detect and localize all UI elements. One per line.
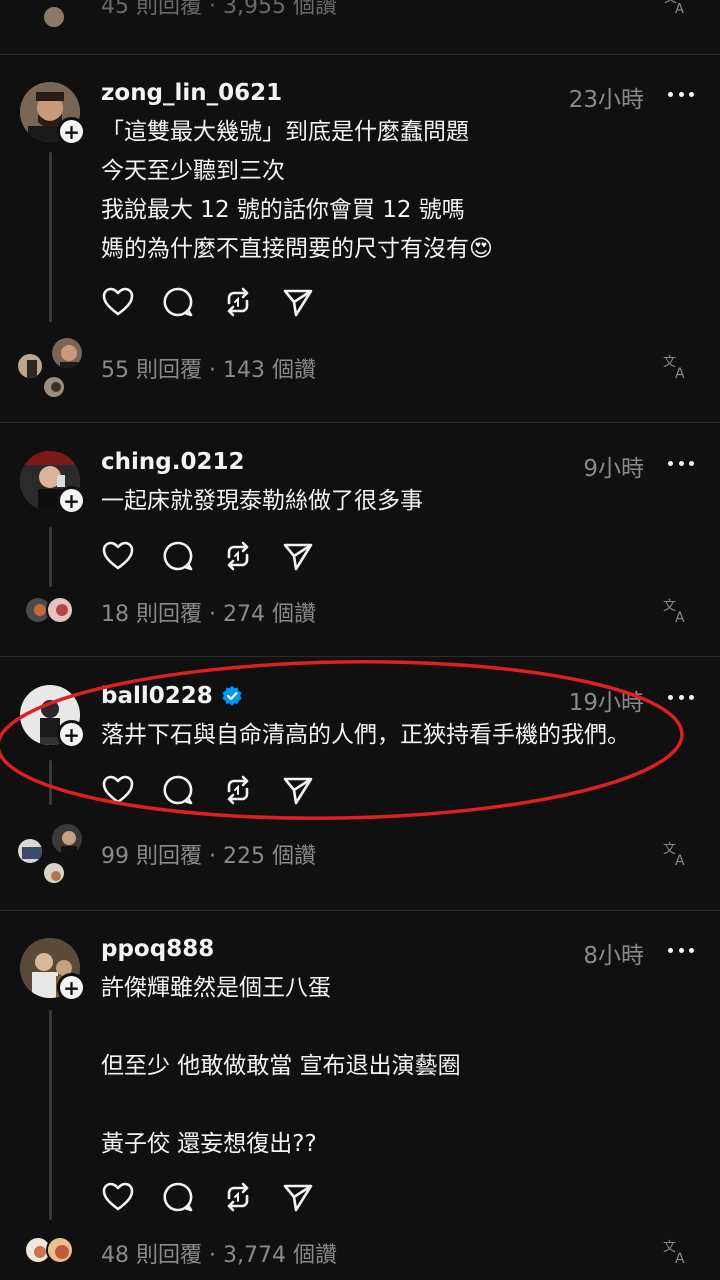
username[interactable]: ching.0212 bbox=[101, 449, 244, 475]
post-time: 19小時 bbox=[568, 690, 644, 716]
divider bbox=[0, 54, 720, 55]
post-stats[interactable]: 55 則回覆 · 143 個讚 bbox=[101, 352, 316, 384]
threads-feed: 45 則回覆 · 3,955 個讚 文A + zong_lin_0621 23小… bbox=[0, 0, 720, 1280]
reply-avatar bbox=[42, 375, 66, 399]
post-text-line: 許傑輝雖然是個王八蛋 bbox=[101, 975, 331, 1001]
reply-avatar bbox=[46, 1236, 74, 1264]
username-label[interactable]: ball0228 bbox=[101, 683, 213, 709]
post-stats[interactable]: 18 則回覆 · 274 個讚 bbox=[101, 596, 316, 628]
username[interactable]: zong_lin_0621 bbox=[101, 80, 282, 106]
thread-line bbox=[49, 527, 52, 587]
translate-icon[interactable]: 文A bbox=[662, 839, 690, 867]
reply-avatar bbox=[42, 5, 66, 29]
comment-icon[interactable] bbox=[161, 539, 195, 573]
repost-icon[interactable] bbox=[221, 539, 255, 573]
divider bbox=[0, 656, 720, 657]
reply-avatar bbox=[16, 837, 44, 865]
post-text-line: 我說最大 12 號的話你會買 12 號嗎 bbox=[101, 197, 465, 223]
comment-icon[interactable] bbox=[161, 285, 195, 319]
more-icon[interactable] bbox=[668, 450, 694, 476]
reply-avatar bbox=[50, 336, 84, 370]
post-text-line: 「這雙最大幾號」到底是什麼蠢問題 bbox=[101, 119, 469, 145]
post-stats[interactable]: 48 則回覆 · 3,774 個讚 bbox=[101, 1237, 337, 1269]
follow-plus-icon[interactable]: + bbox=[57, 486, 86, 515]
post-body: 「這雙最大幾號」到底是什麼蠢問題 今天至少聽到三次 我說最大 12 號的話你會買… bbox=[101, 113, 701, 269]
svg-text:A: A bbox=[675, 1251, 685, 1265]
svg-text:A: A bbox=[675, 2, 684, 16]
svg-text:A: A bbox=[675, 366, 685, 380]
thread-line bbox=[49, 152, 52, 322]
post-body: 許傑輝雖然是個王八蛋 但至少 他敢做敢當 宣布退出演藝圈 黃子佼 還妄想復出?? bbox=[101, 969, 701, 1164]
more-icon[interactable] bbox=[668, 81, 694, 107]
share-icon[interactable] bbox=[281, 539, 315, 573]
heart-icon[interactable] bbox=[101, 539, 135, 573]
divider bbox=[0, 910, 720, 911]
action-bar bbox=[101, 285, 315, 319]
reply-avatar bbox=[46, 596, 74, 624]
post-body: 落井下石與自命清高的人們，正狹持看手機的我們。 bbox=[101, 716, 701, 755]
post-time: 8小時 bbox=[583, 943, 644, 969]
post-text-line: 一起床就發現泰勒絲做了很多事 bbox=[101, 488, 423, 514]
comment-icon[interactable] bbox=[161, 1180, 195, 1214]
heart-icon[interactable] bbox=[101, 285, 135, 319]
comment-icon[interactable] bbox=[161, 773, 195, 807]
svg-text:A: A bbox=[675, 853, 685, 867]
follow-plus-icon[interactable]: + bbox=[57, 973, 86, 1002]
post-text-line: 媽的為什麼不直接問要的尺寸有沒有😍 bbox=[101, 236, 493, 262]
follow-plus-icon[interactable]: + bbox=[57, 117, 86, 146]
username-label[interactable]: zong_lin_0621 bbox=[101, 80, 282, 106]
svg-text:A: A bbox=[675, 610, 685, 624]
more-icon[interactable] bbox=[668, 937, 694, 963]
post-body: 一起床就發現泰勒絲做了很多事 bbox=[101, 482, 701, 521]
repost-icon[interactable] bbox=[221, 1180, 255, 1214]
follow-plus-icon[interactable]: + bbox=[57, 720, 86, 749]
share-icon[interactable] bbox=[281, 285, 315, 319]
action-bar bbox=[101, 773, 315, 807]
repost-icon[interactable] bbox=[221, 285, 255, 319]
heart-icon[interactable] bbox=[101, 1180, 135, 1214]
verified-icon bbox=[222, 686, 242, 706]
reply-avatar bbox=[50, 822, 84, 856]
repost-icon[interactable] bbox=[221, 773, 255, 807]
heart-icon[interactable] bbox=[101, 773, 135, 807]
translate-icon[interactable]: 文A bbox=[662, 1237, 690, 1265]
divider bbox=[0, 422, 720, 423]
username-label[interactable]: ching.0212 bbox=[101, 449, 244, 475]
post-time: 23小時 bbox=[568, 87, 644, 113]
post-text-line bbox=[101, 1086, 701, 1125]
username-label[interactable]: ppoq888 bbox=[101, 936, 214, 962]
post-time: 9小時 bbox=[583, 456, 644, 482]
action-bar bbox=[101, 1180, 315, 1214]
username[interactable]: ball0228 bbox=[101, 683, 243, 709]
translate-icon[interactable]: 文A bbox=[662, 596, 690, 624]
reply-avatar bbox=[42, 861, 66, 885]
post-stats[interactable]: 99 則回覆 · 225 個讚 bbox=[101, 838, 316, 870]
post-text-line: 黃子佼 還妄想復出?? bbox=[101, 1131, 317, 1157]
reply-avatar bbox=[16, 352, 44, 380]
post-text-line: 落井下石與自命清高的人們，正狹持看手機的我們。 bbox=[101, 722, 630, 748]
post-text-line: 今天至少聽到三次 bbox=[101, 158, 285, 184]
action-bar bbox=[101, 539, 315, 573]
thread-line bbox=[49, 1010, 52, 1220]
translate-icon[interactable]: 文A bbox=[662, 0, 690, 16]
username[interactable]: ppoq888 bbox=[101, 936, 214, 962]
post-stats[interactable]: 45 則回覆 · 3,955 個讚 bbox=[101, 0, 337, 20]
share-icon[interactable] bbox=[281, 773, 315, 807]
post-text-line: 但至少 他敢做敢當 宣布退出演藝圈 bbox=[101, 1053, 461, 1079]
more-icon[interactable] bbox=[668, 684, 694, 710]
share-icon[interactable] bbox=[281, 1180, 315, 1214]
post-text-line bbox=[101, 1008, 701, 1047]
thread-line bbox=[49, 760, 52, 805]
translate-icon[interactable]: 文A bbox=[662, 352, 690, 380]
